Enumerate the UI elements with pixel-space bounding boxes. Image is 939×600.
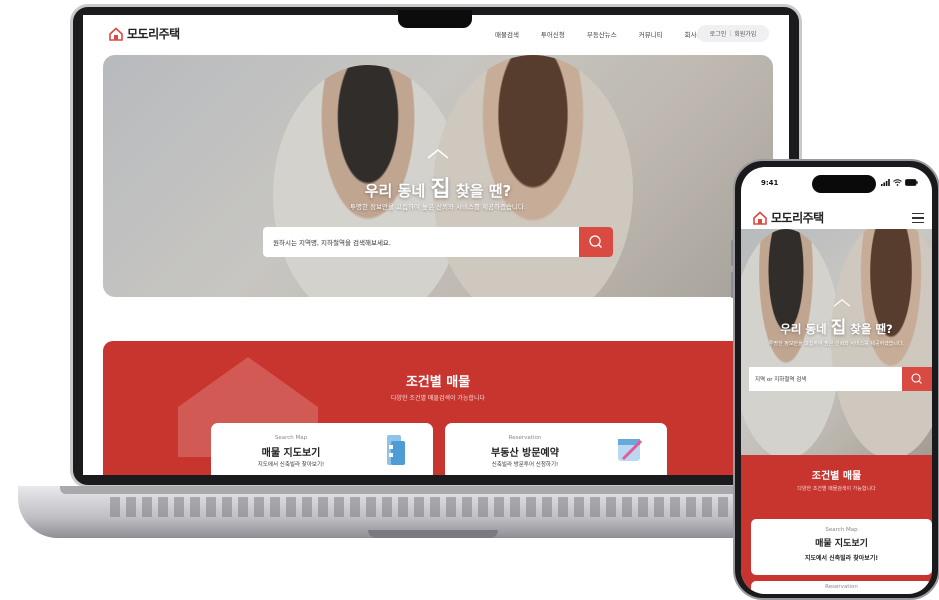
status-icons [881,179,918,186]
nav-item-community[interactable]: 커뮤니티 [639,29,663,39]
hero-search-bar: 원하시는 지역명, 지하철역을 검색해보세요. [263,227,613,257]
house-logo-icon [109,26,123,41]
mobile-logo[interactable]: 모도리주택 [753,209,824,226]
card-search-map[interactable]: Search Map 매물 지도보기 지도에서 신축빌라 찾아보기! [751,519,932,575]
card-reservation[interactable]: Reservation 부동산 방문예약 신축빌라 방문투어 신청하기! [445,423,667,475]
card-reservation[interactable]: Reservation [751,581,932,594]
card-desc: 지도에서 신축빌라 찾아보기! [257,462,325,468]
card-title: 매물 지도보기 [261,448,321,459]
house-logo-icon [753,210,767,225]
site-logo[interactable]: 모도리주택 [109,25,180,42]
laptop-lip-notch [368,530,498,538]
card-title: 매물 지도보기 [815,539,868,549]
search-input[interactable]: 원하시는 지역명, 지하철역을 검색해보세요. [273,237,391,247]
hero-title-after: 찾을 땐? [455,182,512,200]
laptop-hinge [60,486,812,494]
login-link[interactable]: 로그인 [710,29,727,38]
search-icon [911,373,922,384]
desktop-site: 모도리주택 매물검색 투어신청 부동산뉴스 커뮤니티 회사소개 로그인 | 회원… [83,15,789,475]
device-mockup-stage: 모도리주택 매물검색 투어신청 부동산뉴스 커뮤니티 회사소개 로그인 | 회원… [0,0,939,600]
hero-title: 우리 동네 집 찾을 땐? [103,171,773,203]
nav-item-listing-search[interactable]: 매물검색 [495,29,519,39]
card-en-label: Search Map [825,527,858,533]
hero-banner: 우리 동네 집 찾을 땐? 투명한 정보만을 고집하여 높은 신뢰와 서비스를 … [103,55,773,297]
dynamic-island [812,175,876,193]
laptop-camera-notch [398,10,472,28]
hamburger-menu-icon[interactable] [912,213,924,226]
laptop-frame: 모도리주택 매물검색 투어신청 부동산뉴스 커뮤니티 회사소개 로그인 | 회원… [70,4,802,488]
hero-title-before: 우리 동네 [364,182,426,200]
laptop-keyboard [110,497,760,517]
hero-title-before: 우리 동네 [780,322,827,336]
wifi-icon [893,179,902,186]
hero-subtitle: 투명한 정보만을 고집하여 높은 신뢰와 서비스를 제공하겠습니다. [768,341,905,347]
section-title: 조건별 매물 [405,375,471,390]
section-title: 조건별 매물 [811,471,862,482]
search-input[interactable]: 지역 or 지하철역 검색 [755,375,806,383]
card-title: 부동산 방문예약 [491,448,559,459]
mobile-site: 9:41 모도리주택 우리 동네 집 찾을 땐? 투명한 정보만을 고집하여 높… [741,167,932,594]
card-en-label: Reservation [508,435,542,441]
phone-frame: 9:41 모도리주택 우리 동네 집 찾을 땐? 투명한 정보만을 고집하여 높… [733,159,939,600]
nav-item-tour-request[interactable]: 투어신청 [541,29,565,39]
roof-line-icon [833,299,851,307]
calendar-pen-icon [618,439,643,461]
battery-icon [905,179,918,186]
hero-title-after: 찾을 땐? [850,322,893,336]
signup-link[interactable]: 회원가입 [734,29,756,38]
search-button[interactable] [902,367,932,391]
search-button[interactable] [579,227,613,257]
section-subtitle: 다양한 조건별 매물검색이 가능합니다 [390,395,486,402]
signal-icon [881,179,890,186]
hero-subtitle: 투명한 정보만을 고집하여 높은 신뢰와 서비스를 제공하겠습니다. [350,203,526,211]
card-desc: 신축빌라 방문투어 신청하기! [491,462,559,468]
roof-line-icon [427,149,449,159]
mobile-search-bar: 지역 or 지하철역 검색 [749,367,932,391]
logo-text: 모도리주택 [771,211,824,225]
main-nav: 매물검색 투어신청 부동산뉴스 커뮤니티 회사소개 [495,29,709,39]
section-subtitle: 다양한 조건별 매물검색이 가능합니다 [797,486,876,492]
auth-divider: | [729,30,732,37]
map-building-icon [387,435,405,465]
card-en-label: Reservation [825,584,858,590]
condition-listing-section: 조건별 매물 다양한 조건별 매물검색이 가능합니다 Search Map 매물… [103,341,773,475]
status-time: 9:41 [761,179,779,187]
hero-title-big: 집 [430,177,451,202]
search-icon [589,235,602,248]
card-en-label: Search Map [274,435,308,441]
mobile-condition-section: 조건별 매물 다양한 조건별 매물검색이 가능합니다 Search Map 매물… [741,455,932,594]
card-desc: 지도에서 신축빌라 찾아보기! [804,555,879,562]
nav-item-realestate-news[interactable]: 부동산뉴스 [587,29,617,39]
auth-pill: 로그인 | 회원가입 [697,25,769,42]
card-search-map[interactable]: Search Map 매물 지도보기 지도에서 신축빌라 찾아보기! [211,423,433,475]
hero-title-big: 집 [830,318,847,338]
logo-text: 모도리주택 [127,27,180,41]
hero-title: 우리 동네 집 찾을 땐? [741,313,932,338]
mobile-hero-banner: 우리 동네 집 찾을 땐? 투명한 정보만을 고집하여 높은 신뢰와 서비스를 … [741,229,932,455]
